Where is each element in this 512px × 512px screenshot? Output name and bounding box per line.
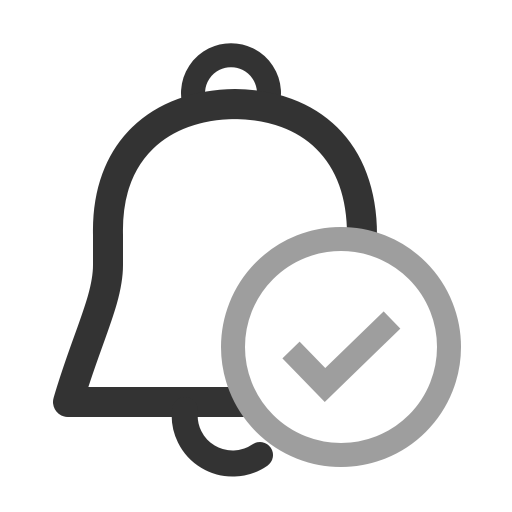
badge-circle [221, 227, 461, 467]
icon-canvas [0, 0, 512, 512]
notification-bell-check-icon [53, 43, 461, 477]
check-circle-icon [221, 227, 461, 467]
